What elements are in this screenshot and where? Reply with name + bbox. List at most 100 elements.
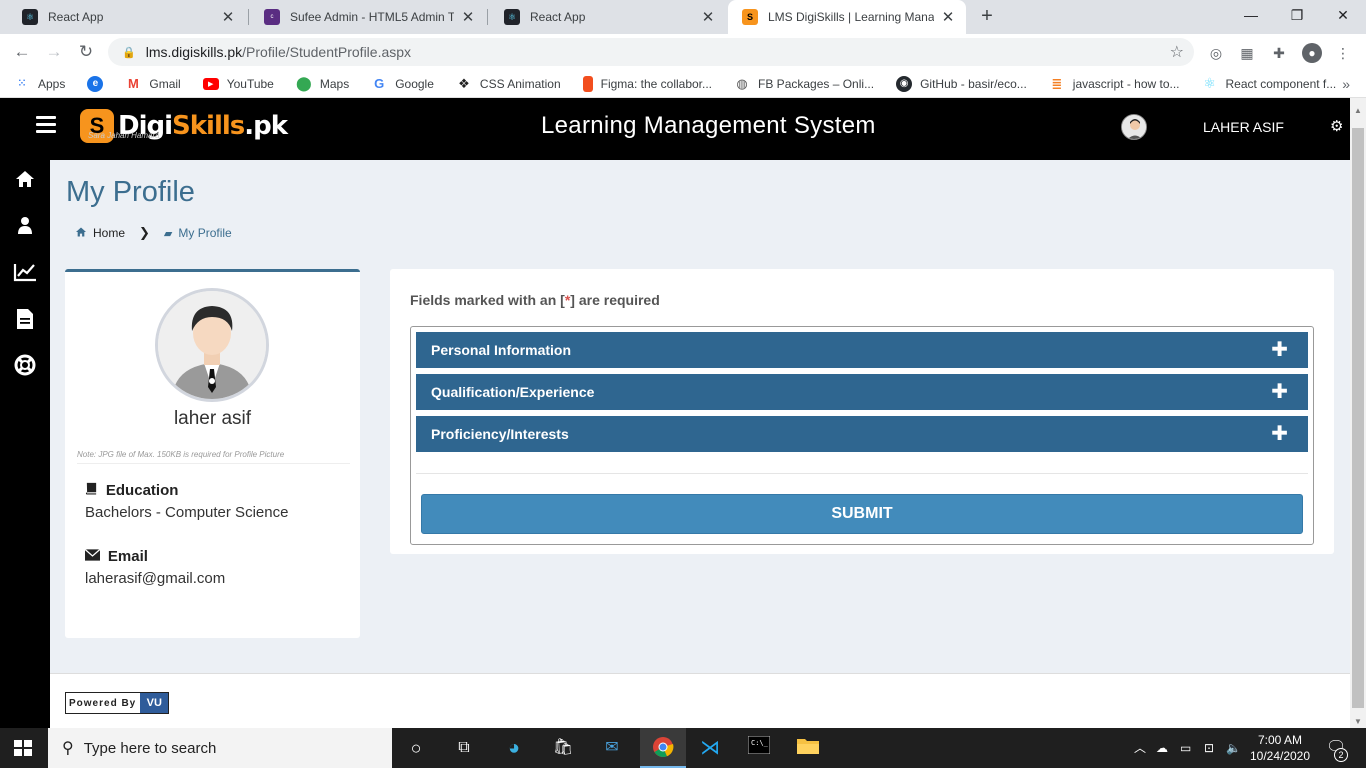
windows-start-icon[interactable] bbox=[14, 740, 32, 756]
forward-icon[interactable]: → bbox=[42, 40, 66, 64]
digiskills-logo[interactable]: S DigiSkills.pk bbox=[80, 104, 288, 148]
user-icon[interactable] bbox=[12, 216, 38, 240]
breadcrumb-home-link[interactable]: Home bbox=[93, 226, 125, 240]
cortana-icon[interactable]: ○ bbox=[404, 736, 428, 760]
bookmarks-overflow-icon[interactable]: » bbox=[1342, 76, 1350, 92]
taskbar-search-input[interactable]: ⚲ Type here to search bbox=[48, 728, 392, 768]
close-icon[interactable]: ✕ bbox=[220, 8, 236, 26]
reload-icon[interactable]: ↻ bbox=[74, 40, 98, 64]
back-icon[interactable]: ← bbox=[10, 40, 34, 64]
onedrive-icon[interactable]: ☁ bbox=[1156, 728, 1168, 768]
scrollbar-thumb[interactable] bbox=[1352, 128, 1364, 708]
minimize-button[interactable]: — bbox=[1228, 0, 1274, 30]
browser-tab[interactable]: c Sufee Admin - HTML5 Admin Ten ✕ bbox=[250, 0, 486, 34]
document-icon[interactable] bbox=[12, 308, 38, 332]
gears-icon[interactable]: ⚙ bbox=[1330, 117, 1343, 135]
email-label-text: Email bbox=[107, 548, 148, 565]
accordion-personal-information[interactable]: Personal Information ✚ bbox=[416, 332, 1308, 368]
chrome-icon[interactable] bbox=[651, 736, 675, 760]
bookmark-label: Figma: the collabor... bbox=[600, 76, 713, 91]
profile-card: laher asif Note: JPG file of Max. 150KB … bbox=[65, 269, 360, 638]
menu-kebab-icon[interactable]: ⋮ bbox=[1334, 44, 1352, 62]
user-avatar[interactable] bbox=[1121, 114, 1147, 140]
submit-button[interactable]: SUBMIT bbox=[421, 494, 1303, 534]
sidebar bbox=[0, 160, 50, 728]
bookmark-label: Gmail bbox=[149, 76, 181, 91]
book-icon bbox=[85, 482, 102, 498]
bookmark-label: GitHub - basir/eco... bbox=[920, 76, 1027, 91]
bookmark-react-component[interactable]: ⚛ React component f... bbox=[1202, 75, 1337, 92]
extension-icon[interactable]: ◎ bbox=[1207, 44, 1225, 62]
bookmark-star-icon[interactable]: ☆ bbox=[1170, 42, 1184, 62]
bookmark-label: YouTube bbox=[226, 76, 274, 91]
battery-icon[interactable]: ▭ bbox=[1180, 728, 1191, 768]
bookmark-stackoverflow[interactable]: ≣ javascript - how to... bbox=[1049, 76, 1179, 92]
bookmark-fb-packages[interactable]: ◍ FB Packages – Onli... bbox=[734, 76, 874, 92]
bookmark-label: Maps bbox=[319, 76, 350, 91]
edge-browser-icon[interactable]: ◕ bbox=[502, 736, 526, 760]
powered-by-badge[interactable]: Powered By VU bbox=[65, 692, 170, 714]
address-bar[interactable]: 🔒 lms.digiskills.pk/Profile/StudentProfi… bbox=[108, 38, 1194, 66]
clock-time: 7:00 AM bbox=[1257, 733, 1303, 747]
file-explorer-icon[interactable] bbox=[796, 736, 820, 760]
restore-button[interactable]: ❐ bbox=[1274, 0, 1320, 30]
plus-icon: ✚ bbox=[1271, 339, 1288, 361]
globe-icon: ◍ bbox=[736, 75, 748, 91]
book-icon: ▰ bbox=[163, 227, 173, 240]
bookmark-css-animation[interactable]: ❖ CSS Animation bbox=[456, 76, 561, 92]
puzzle-icon[interactable]: ✚ bbox=[1270, 44, 1288, 62]
hamburger-menu-icon[interactable] bbox=[36, 116, 56, 134]
browser-tab[interactable]: ⚛ React App ✕ bbox=[8, 0, 246, 34]
home-icon[interactable] bbox=[12, 170, 38, 194]
bookmark-apps[interactable]: ⁙ Apps bbox=[14, 76, 66, 92]
header-user-name[interactable]: LAHER ASIF bbox=[1203, 119, 1284, 135]
profile-picture[interactable] bbox=[155, 288, 269, 402]
bookmark-github[interactable]: ◉ GitHub - basir/eco... bbox=[896, 75, 1027, 92]
education-value: Bachelors - Computer Science bbox=[85, 504, 289, 521]
accordion-label: Qualification/Experience bbox=[431, 384, 595, 400]
css-animation-icon: ❖ bbox=[458, 75, 470, 91]
store-icon[interactable]: 🛍 bbox=[551, 736, 575, 760]
taskbar-clock[interactable]: 7:00 AM 10/24/2020 bbox=[1244, 732, 1316, 764]
bookmark-youtube[interactable]: ▶ YouTube bbox=[202, 76, 274, 91]
figma-icon bbox=[582, 75, 593, 92]
scroll-down-icon[interactable]: ▼ bbox=[1350, 717, 1366, 726]
bookmark-label: React component f... bbox=[1225, 76, 1337, 91]
breadcrumb-current: My Profile bbox=[178, 226, 232, 240]
extension-icon[interactable]: ▦ bbox=[1238, 44, 1256, 62]
bookmark-figma[interactable]: Figma: the collabor... bbox=[582, 75, 713, 92]
task-view-icon[interactable]: ⧉ bbox=[452, 736, 476, 760]
bookmark-edge[interactable]: e bbox=[87, 75, 111, 92]
scroll-up-icon[interactable]: ▲ bbox=[1350, 106, 1366, 115]
bookmark-label: Apps bbox=[38, 76, 66, 91]
chart-line-icon[interactable] bbox=[12, 262, 38, 286]
volume-icon[interactable]: 🔈 bbox=[1226, 728, 1241, 768]
breadcrumb: Home ❯ ▰ My Profile bbox=[75, 225, 232, 241]
accordion-proficiency-interests[interactable]: Proficiency/Interests ✚ bbox=[416, 416, 1308, 452]
new-tab-button[interactable]: + bbox=[975, 5, 999, 29]
close-icon[interactable]: ✕ bbox=[700, 8, 716, 26]
lock-icon[interactable]: 🔒 bbox=[122, 46, 136, 59]
browser-tab[interactable]: ⚛ React App ✕ bbox=[490, 0, 726, 34]
close-icon[interactable]: ✕ bbox=[940, 8, 956, 26]
profile-icon[interactable]: ● bbox=[1302, 43, 1322, 63]
close-icon[interactable]: ✕ bbox=[460, 8, 476, 26]
browser-tab-active[interactable]: S LMS DigiSkills | Learning Manage ✕ bbox=[728, 0, 966, 34]
network-icon[interactable]: ⊡ bbox=[1204, 728, 1214, 768]
email-value: laherasif@gmail.com bbox=[85, 570, 226, 587]
bookmark-maps[interactable]: ⬤ Maps bbox=[296, 75, 350, 92]
accordion-qualification-experience[interactable]: Qualification/Experience ✚ bbox=[416, 374, 1308, 410]
mail-icon[interactable]: ✉ bbox=[600, 736, 624, 760]
bookmark-google[interactable]: G Google bbox=[371, 76, 434, 92]
react-icon: ⚛ bbox=[504, 9, 520, 25]
page-scrollbar[interactable]: ▲ ▼ bbox=[1350, 98, 1366, 728]
show-hidden-icons[interactable]: ︿ bbox=[1134, 728, 1146, 768]
window-close-button[interactable]: ✕ bbox=[1320, 0, 1366, 30]
life-ring-icon[interactable] bbox=[12, 354, 38, 378]
page-title: My Profile bbox=[66, 176, 195, 208]
react-icon: ⚛ bbox=[22, 9, 38, 25]
terminal-icon[interactable]: C:\_ bbox=[747, 735, 771, 760]
vscode-icon[interactable]: ⋊ bbox=[698, 736, 722, 760]
accordion-label: Proficiency/Interests bbox=[431, 426, 569, 442]
bookmark-gmail[interactable]: M Gmail bbox=[125, 76, 181, 92]
